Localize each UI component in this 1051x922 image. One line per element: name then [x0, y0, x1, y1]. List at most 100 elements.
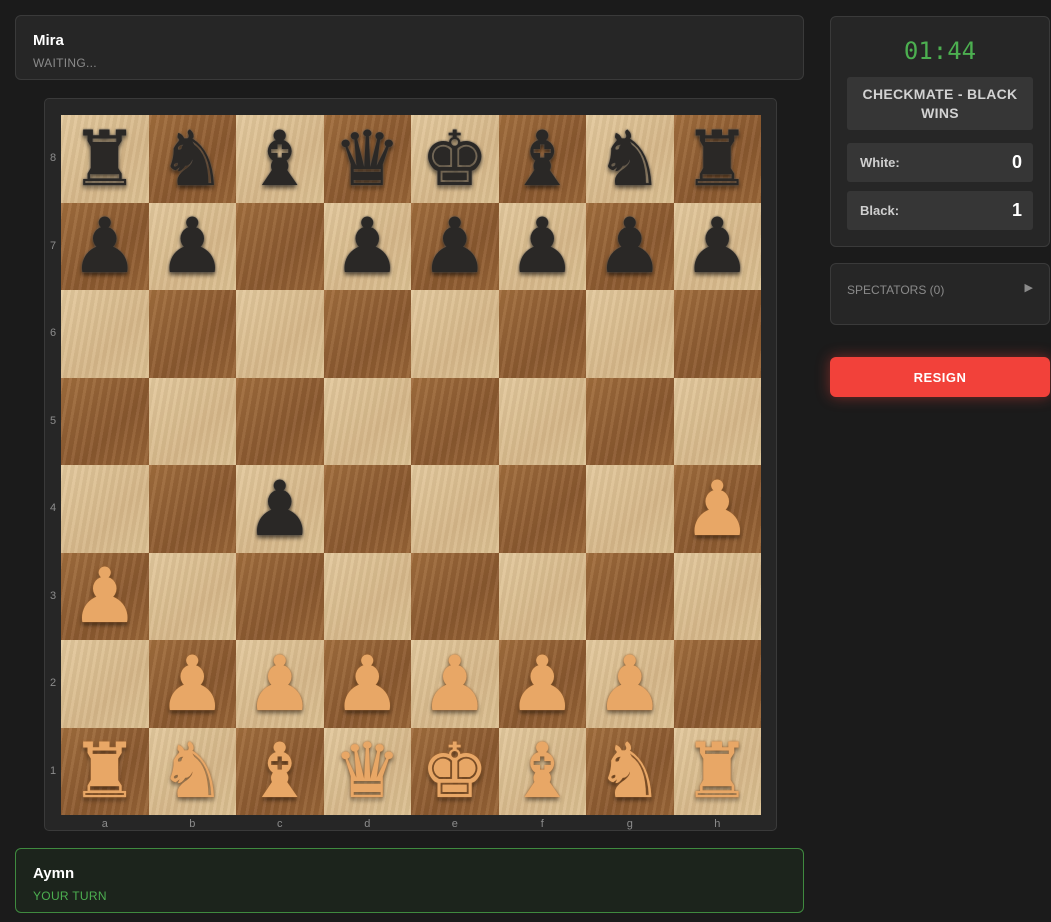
- square-e3[interactable]: [411, 552, 499, 640]
- square-a4[interactable]: [61, 465, 149, 553]
- square-h7[interactable]: ♟: [673, 202, 762, 291]
- black-pawn-icon[interactable]: ♟: [674, 203, 762, 291]
- square-g8[interactable]: ♞: [586, 115, 674, 203]
- square-e4[interactable]: [411, 465, 499, 553]
- square-g6[interactable]: [586, 290, 674, 378]
- square-c7[interactable]: [236, 202, 324, 290]
- white-knight-icon[interactable]: ♞: [149, 728, 237, 816]
- white-knight-icon[interactable]: ♞: [586, 728, 674, 816]
- white-bishop-icon[interactable]: ♝: [236, 728, 324, 816]
- spectators-toggle[interactable]: SPECTATORS (0) ▶: [830, 263, 1050, 325]
- square-b2[interactable]: ♟: [148, 640, 237, 728]
- white-pawn-icon[interactable]: ♟: [324, 640, 412, 728]
- square-a7[interactable]: ♟: [61, 202, 149, 291]
- square-g4[interactable]: [586, 465, 674, 553]
- square-b7[interactable]: ♟: [148, 202, 237, 291]
- black-knight-icon[interactable]: ♞: [149, 115, 237, 203]
- square-g3[interactable]: [586, 552, 674, 640]
- black-king-icon[interactable]: ♚: [411, 115, 499, 203]
- square-e2[interactable]: ♟: [411, 640, 499, 728]
- square-d6[interactable]: [323, 290, 411, 378]
- square-e6[interactable]: [411, 290, 499, 378]
- square-c6[interactable]: [236, 290, 324, 378]
- square-g5[interactable]: [586, 377, 674, 465]
- square-a3[interactable]: ♟: [61, 552, 149, 641]
- square-b5[interactable]: [148, 377, 236, 465]
- square-c5[interactable]: [236, 377, 324, 465]
- square-b8[interactable]: ♞: [148, 115, 237, 203]
- square-e7[interactable]: ♟: [411, 202, 499, 291]
- white-pawn-icon[interactable]: ♟: [61, 553, 149, 641]
- square-g7[interactable]: ♟: [586, 202, 674, 291]
- black-pawn-icon[interactable]: ♟: [236, 465, 324, 553]
- white-king-icon[interactable]: ♚: [411, 728, 499, 816]
- square-d4[interactable]: [323, 465, 411, 553]
- square-d8[interactable]: ♛: [323, 115, 412, 203]
- square-h3[interactable]: [673, 552, 761, 640]
- white-pawn-icon[interactable]: ♟: [499, 640, 587, 728]
- square-f4[interactable]: [498, 465, 586, 553]
- square-f2[interactable]: ♟: [498, 640, 587, 728]
- square-g1[interactable]: ♞: [586, 727, 674, 816]
- black-rook-icon[interactable]: ♜: [674, 115, 762, 203]
- square-f3[interactable]: [498, 552, 586, 640]
- white-pawn-icon[interactable]: ♟: [411, 640, 499, 728]
- square-a5[interactable]: [61, 377, 149, 465]
- square-a2[interactable]: [61, 640, 149, 728]
- black-knight-icon[interactable]: ♞: [586, 115, 674, 203]
- black-bishop-icon[interactable]: ♝: [236, 115, 324, 203]
- black-pawn-icon[interactable]: ♟: [324, 203, 412, 291]
- square-g2[interactable]: ♟: [586, 640, 674, 728]
- square-e1[interactable]: ♚: [411, 727, 499, 816]
- square-a1[interactable]: ♜: [61, 727, 149, 816]
- square-d2[interactable]: ♟: [323, 640, 412, 728]
- black-rook-icon[interactable]: ♜: [61, 115, 149, 203]
- square-c8[interactable]: ♝: [236, 115, 324, 203]
- chess-board[interactable]: ♜ ♞ ♝ ♛ ♚ ♝ ♞ ♜ ♟ ♟ ♟ ♟ ♟ ♟ ♟ ♟ ♟ ♟ ♟ ♟ ♟ ♟ ♟ ♟ ♜ ♞ ♝ ♛ ♚ ♝ ♞ ♜: [61, 115, 761, 815]
- square-f6[interactable]: [498, 290, 586, 378]
- black-queen-icon[interactable]: ♛: [324, 115, 412, 203]
- square-a6[interactable]: [61, 290, 149, 378]
- square-c3[interactable]: [236, 552, 324, 640]
- white-pawn-icon[interactable]: ♟: [674, 465, 762, 553]
- square-b1[interactable]: ♞: [148, 727, 237, 816]
- square-h1[interactable]: ♜: [673, 727, 762, 816]
- white-queen-icon[interactable]: ♛: [324, 728, 412, 816]
- square-f7[interactable]: ♟: [498, 202, 587, 291]
- black-bishop-icon[interactable]: ♝: [499, 115, 587, 203]
- square-c4[interactable]: ♟: [236, 465, 324, 553]
- game-timer: 01:44: [903, 37, 977, 65]
- square-f8[interactable]: ♝: [498, 115, 587, 203]
- white-rook-icon[interactable]: ♜: [61, 728, 149, 816]
- black-pawn-icon[interactable]: ♟: [499, 203, 587, 291]
- black-pawn-icon[interactable]: ♟: [411, 203, 499, 291]
- square-d7[interactable]: ♟: [323, 202, 412, 291]
- square-c1[interactable]: ♝: [236, 727, 324, 816]
- white-rook-icon[interactable]: ♜: [674, 728, 762, 816]
- square-h4[interactable]: ♟: [673, 465, 762, 553]
- square-a8[interactable]: ♜: [61, 115, 149, 203]
- white-pawn-icon[interactable]: ♟: [236, 640, 324, 728]
- square-h8[interactable]: ♜: [673, 115, 762, 203]
- square-b3[interactable]: [148, 552, 236, 640]
- black-pawn-icon[interactable]: ♟: [586, 203, 674, 291]
- white-pawn-icon[interactable]: ♟: [149, 640, 237, 728]
- square-b4[interactable]: [148, 465, 236, 553]
- square-d3[interactable]: [323, 552, 411, 640]
- black-pawn-icon[interactable]: ♟: [61, 203, 149, 291]
- square-c2[interactable]: ♟: [236, 640, 324, 728]
- resign-button[interactable]: RESIGN: [830, 357, 1050, 397]
- square-h5[interactable]: [673, 377, 761, 465]
- square-e5[interactable]: [411, 377, 499, 465]
- black-pawn-icon[interactable]: ♟: [149, 203, 237, 291]
- square-e8[interactable]: ♚: [411, 115, 499, 203]
- square-h2[interactable]: [673, 640, 761, 728]
- square-d1[interactable]: ♛: [323, 727, 412, 816]
- square-f1[interactable]: ♝: [498, 727, 587, 816]
- white-bishop-icon[interactable]: ♝: [499, 728, 587, 816]
- white-pawn-icon[interactable]: ♟: [586, 640, 674, 728]
- square-d5[interactable]: [323, 377, 411, 465]
- square-b6[interactable]: [148, 290, 236, 378]
- square-h6[interactable]: [673, 290, 761, 378]
- square-f5[interactable]: [498, 377, 586, 465]
